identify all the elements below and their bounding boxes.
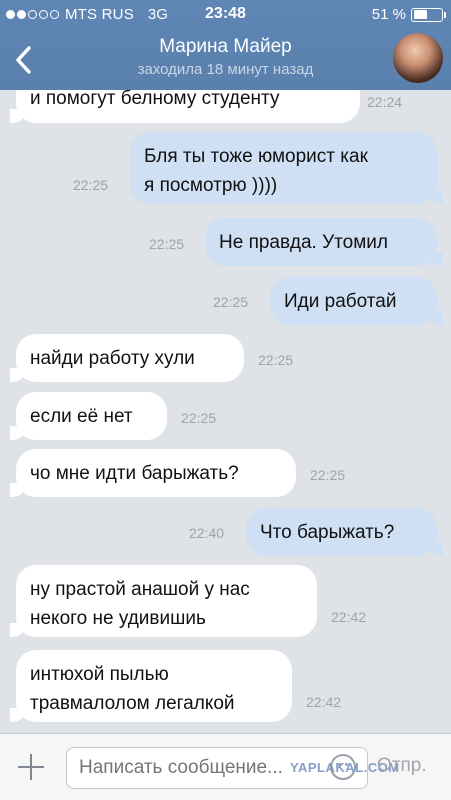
- message-text-line: некого не удивишиь: [30, 608, 206, 629]
- battery-percent: 51 %: [371, 6, 406, 23]
- message-bubble-incoming[interactable]: чо мне идти барыжать?: [10, 449, 296, 497]
- message-bubble-incoming[interactable]: найди работу хули: [10, 334, 244, 382]
- message-text: и помогут белному студенту: [30, 90, 280, 109]
- message-list[interactable]: и помогут белному студенту 22:24 Бля ты …: [0, 90, 451, 733]
- message-time: 22:42: [331, 609, 367, 625]
- back-button[interactable]: [8, 42, 38, 78]
- message-bubble-outgoing[interactable]: Бля ты тоже юморист как я посмотрю )))): [130, 132, 443, 204]
- battery-icon: [411, 7, 446, 22]
- message-time: 22:42: [306, 694, 342, 710]
- message-bubble-incoming[interactable]: ну прастой анашой у нас некого не удивиш…: [10, 565, 317, 637]
- message-time: 22:25: [73, 177, 109, 193]
- chat-title: Марина Майер: [159, 36, 292, 57]
- message-text: если её нет: [30, 406, 133, 427]
- message-text: Что барыжать?: [260, 522, 395, 543]
- chat-title-block[interactable]: Марина Майер заходила 18 минут назад: [60, 36, 391, 78]
- add-attachment-button[interactable]: [16, 752, 46, 782]
- chat-header: MTS RUS 3G 23:48 51 % Марина Майер заход…: [0, 0, 451, 90]
- message-time: 22:25: [310, 467, 346, 483]
- message-text-line: я посмотрю )))): [144, 175, 278, 196]
- message-bubble-incoming[interactable]: если её нет: [10, 392, 167, 440]
- message-time: 22:25: [181, 410, 217, 426]
- chevron-left-icon: [16, 46, 31, 74]
- message-bubble-outgoing[interactable]: Иди работай: [270, 277, 443, 325]
- message-text: найди работу хули: [30, 348, 195, 369]
- status-bar: MTS RUS 3G 23:48 51 %: [0, 0, 451, 30]
- avatar[interactable]: [393, 33, 443, 83]
- message-time: 22:24: [367, 94, 403, 110]
- send-button[interactable]: Отпр.: [377, 755, 427, 777]
- message-text-line: Бля ты тоже юморист как: [144, 146, 368, 167]
- message-text-line: травмалолом легалкой: [30, 693, 235, 714]
- message-bubble-outgoing[interactable]: Что барыжать?: [246, 508, 443, 556]
- message-text: чо мне идти барыжать?: [30, 463, 239, 484]
- message-time: 22:40: [189, 525, 225, 541]
- message-text: Не правда. Утомил: [219, 232, 388, 253]
- compose-bar: YAPLAKAL.COM Отпр.: [0, 733, 451, 800]
- message-bubble-incoming[interactable]: интюхой пылью травмалолом легалкой: [10, 650, 292, 722]
- message-time: 22:25: [213, 294, 249, 310]
- message-bubble-outgoing[interactable]: Не правда. Утомил: [205, 218, 443, 266]
- last-seen-status: заходила 18 минут назад: [137, 61, 314, 78]
- message-time: 22:25: [149, 236, 185, 252]
- message-text: Иди работай: [284, 291, 397, 312]
- message-text-line: интюхой пылью: [30, 664, 169, 685]
- message-text-line: ну прастой анашой у нас: [30, 579, 250, 600]
- message-bubble-incoming[interactable]: и помогут белному студенту: [10, 90, 360, 123]
- message-time: 22:25: [258, 352, 294, 368]
